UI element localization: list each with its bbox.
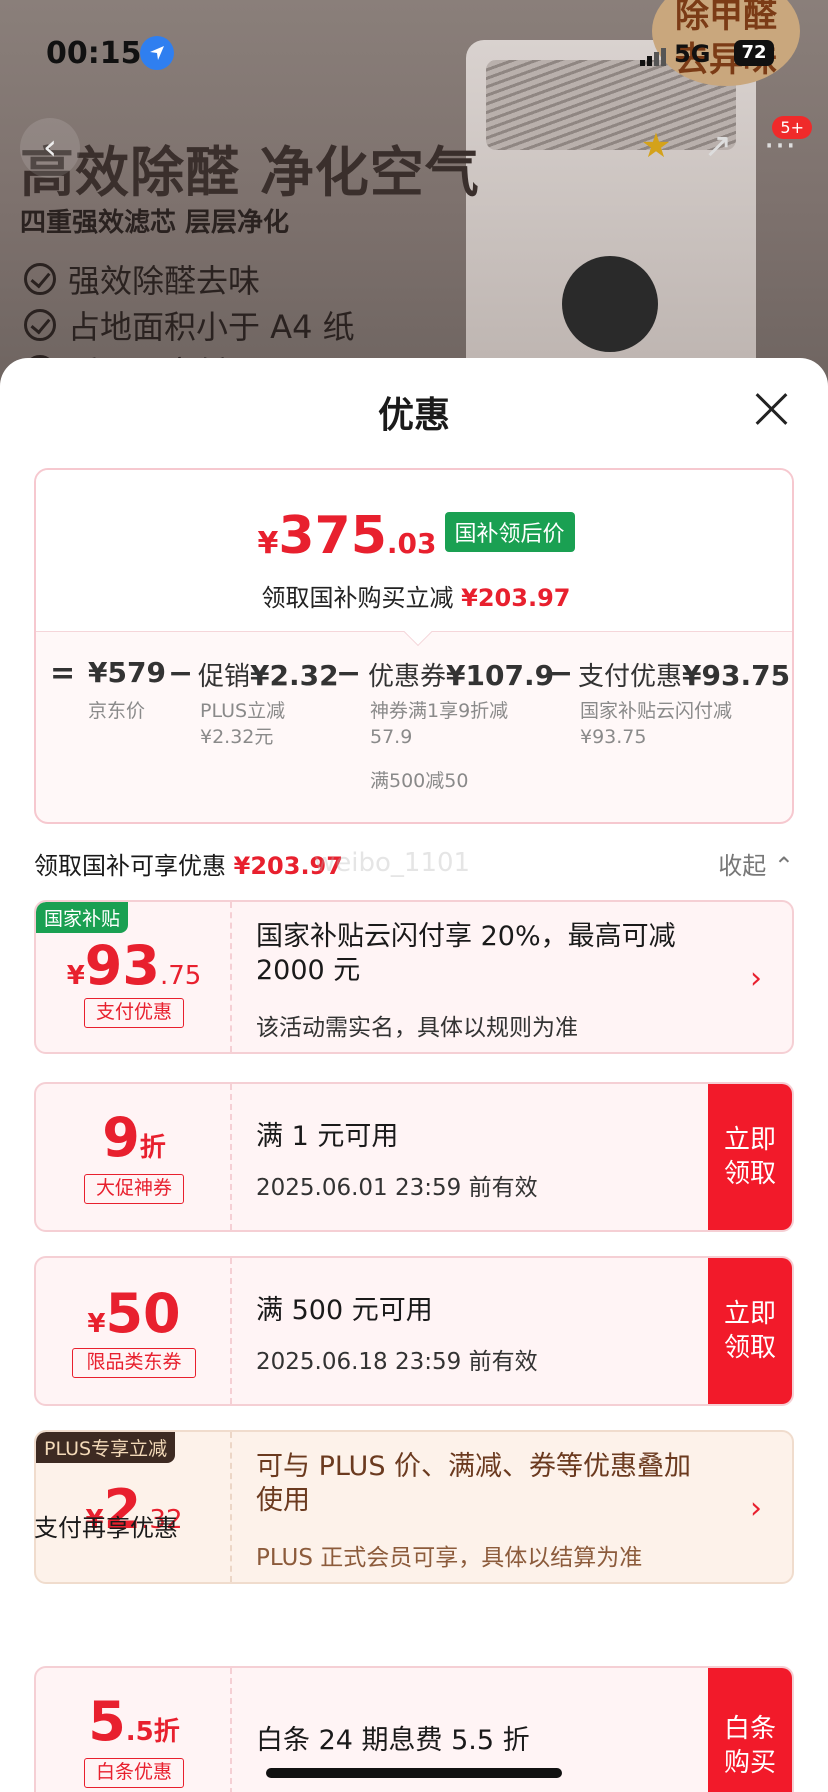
discount-sheet: 优惠 ¥375.03 国补领后价 领取国补购买立减 ¥203.97 = ¥579 … [0,358,828,1792]
minus-sign: − [548,656,574,691]
equals-sign: = [50,656,76,691]
coupon-info: 可与 PLUS 价、满减、券等优惠叠加使用 PLUS 正式会员可享，具体以结算为… [256,1432,696,1582]
network-type: 5G [674,40,711,68]
hero-feature: 占地面积小于 A4 纸 [24,302,355,348]
breakdown-amount: 支付优惠¥93.75 [578,659,791,692]
coupon-value: ¥50 限品类东券 [36,1258,232,1404]
coupon-info: 满 1 元可用 2025.06.01 23:59 前有效 [256,1084,696,1230]
coupon-title: 国家补贴云闪付享 20%，最高可减 2000 元 [256,921,676,986]
breakdown-note: 神券满1享9折减 57.9 [370,700,509,748]
coupon-desc: 2025.06.01 23:59 前有效 [256,1175,538,1201]
check-icon [24,263,56,295]
breakdown-amount: 优惠券¥107.9 [368,659,555,692]
favorite-star-icon[interactable]: ★ [628,118,684,174]
hero-feature: 强效除醛去味 [24,256,260,302]
minus-sign: − [168,656,194,691]
coupon-desc: PLUS 正式会员可享，具体以结算为准 [256,1545,643,1571]
coupon-kind: 大促神券 [84,1174,184,1204]
chevron-right-icon[interactable]: › [750,1491,762,1526]
coupon-value: 9折 大促神券 [36,1084,232,1230]
coupon-title: 白条 24 期息费 5.5 折 [256,1725,530,1756]
final-price: ¥375.03 国补领后价 [36,506,792,566]
purifier-display [562,256,658,352]
coupon-title: 可与 PLUS 价、满减、券等优惠叠加使用 [256,1451,692,1516]
section-header-subsidy: 领取国补可享优惠 ¥203.97 weibo_1101 收起 ⌃ [34,846,794,881]
collapse-button[interactable]: 收起 ⌃ [718,846,794,881]
claim-button[interactable]: 立即 领取 [708,1084,792,1230]
coupon-kind: 支付优惠 [84,998,184,1028]
coupon-tag: 国家补贴 [36,902,129,933]
breakdown-note: 满500减50 [370,770,469,792]
coupon-kind: 白条优惠 [84,1758,184,1788]
location-icon [140,36,174,70]
breakdown-note: 京东价 [88,700,146,722]
coupon-value: 5.5折 白条优惠 [36,1668,232,1792]
air-purifier-image [466,40,756,380]
battery-icon: 72 [734,40,774,66]
hero-subtitle: 四重强效滤芯 层层净化 [20,208,290,238]
status-bar: 00:15 5G 72 [0,30,828,78]
watermark: weibo_1101 [314,848,471,878]
sheet-title: 优惠 [377,395,450,436]
coupon-tag: PLUS专享立减 [36,1432,176,1463]
coupon-desc: 该活动需实名，具体以规则为准 [256,1015,578,1041]
coupon-value: 国家补贴 ¥93.75 支付优惠 [36,902,232,1052]
price-breakdown: = ¥579 京东价 − 促销¥2.32 PLUS立减 ¥2.32元 − 优惠券… [36,656,792,816]
share-icon[interactable]: ↗ [690,118,746,174]
price-tag-badge: 国补领后价 [444,512,575,552]
price-summary-card: ¥375.03 国补领后价 领取国补购买立减 ¥203.97 = ¥579 京东价… [34,468,794,824]
coupon-info: 满 500 元可用 2025.06.18 23:59 前有效 [256,1258,696,1404]
claim-button[interactable]: 立即 领取 [708,1258,792,1404]
breakdown-note: PLUS立减 ¥2.32元 [200,700,286,748]
check-icon [24,309,56,341]
coupon-info: 国家补贴云闪付享 20%，最高可减 2000 元 该活动需实名，具体以规则为准 [256,902,696,1052]
breakdown-amount: 促销¥2.32 [198,659,339,692]
back-button[interactable]: ‹ [20,118,80,178]
baitiao-buy-button[interactable]: 白条 购买 [708,1668,792,1792]
coupon-title: 满 1 元可用 [256,1121,399,1152]
chevron-right-icon[interactable]: › [750,961,762,996]
close-icon[interactable] [754,392,788,426]
plus-coupon-card[interactable]: PLUS专享立减 ¥2.32 可与 PLUS 价、满减、券等优惠叠加使用 PLU… [34,1430,794,1584]
coupon-card[interactable]: 国家补贴 ¥93.75 支付优惠 国家补贴云闪付享 20%，最高可减 2000 … [34,900,794,1054]
home-indicator [266,1768,562,1778]
final-price-block: ¥375.03 国补领后价 领取国补购买立减 ¥203.97 [36,470,792,632]
cart-count-badge: 5+ [772,116,812,139]
breakdown-note: 国家补贴云闪付减 ¥93.75 [580,700,733,748]
coupon-title: 满 500 元可用 [256,1295,433,1326]
status-time: 00:15 [46,36,142,71]
coupon-desc: 2025.06.18 23:59 前有效 [256,1349,538,1375]
coupon-kind: 限品类东券 [72,1348,196,1378]
coupon-card: ¥50 限品类东券 满 500 元可用 2025.06.18 23:59 前有效… [34,1256,794,1406]
price-subtitle: 领取国补购买立减 ¥203.97 [261,584,571,612]
minus-sign: − [336,656,362,691]
coupon-value: PLUS专享立减 ¥2.32 [36,1432,232,1582]
hero-title: 高效除醛 净化空气 [20,141,480,204]
section-header-payment: 支付再享优惠 [34,1514,178,1542]
signal-icon [640,48,666,70]
breakdown-amount: ¥579 [88,656,166,689]
product-image-backdrop: 除甲醛 去异味 高效除醛 净化空气 四重强效滤芯 层层净化 强效除醛去味 占地面… [0,0,828,380]
coupon-card: 9折 大促神券 满 1 元可用 2025.06.01 23:59 前有效 立即 … [34,1082,794,1232]
